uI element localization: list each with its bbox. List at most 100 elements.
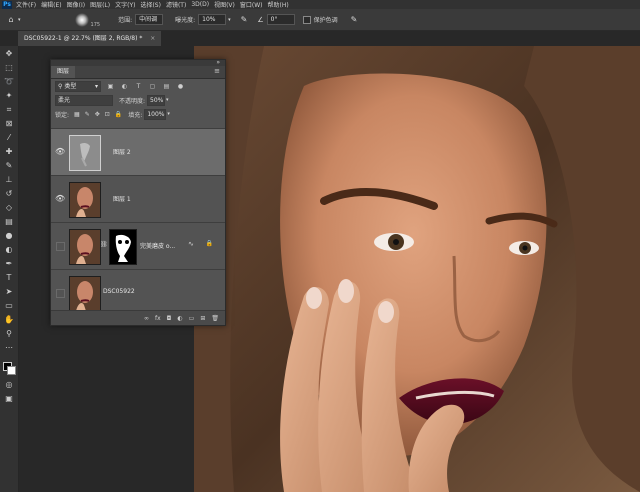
exposure-chevron-icon[interactable]: ▾ (228, 17, 231, 23)
exposure-field[interactable]: 10% (198, 14, 227, 25)
tab-layers[interactable]: 图层 (51, 66, 76, 78)
document-tab[interactable]: DSC05922-1 @ 22.7% (图层 2, RGB/8) * × (18, 31, 162, 46)
quick-mask-icon[interactable]: ◎ (4, 380, 14, 390)
dodge-tool-icon[interactable]: ⌂ (6, 15, 16, 25)
airbrush-icon[interactable]: ✎ (241, 15, 248, 24)
opacity-chevron-icon[interactable]: ▾ (166, 97, 169, 103)
layer-row-layer-2[interactable]: 👁 图层 2 (51, 128, 225, 175)
menu-select[interactable]: 选择(S) (140, 0, 161, 9)
pressure-size-icon[interactable]: ✎ (351, 15, 358, 24)
frame-tool-icon[interactable]: ⊠ (4, 119, 14, 129)
angle-field[interactable]: 0° (266, 14, 295, 25)
link-icon[interactable]: ∞ (144, 315, 149, 322)
dodge-tool-active-icon[interactable]: ◐ (4, 245, 14, 255)
layer-name[interactable]: 图层 2 (113, 147, 131, 156)
marquee-tool-icon[interactable]: ⬚ (4, 63, 14, 73)
menu-type[interactable]: 文字(Y) (115, 0, 135, 9)
range-select[interactable]: 中间调 (135, 14, 164, 25)
layer-row-background[interactable]: DSC05922 (51, 269, 225, 316)
protect-tones-label: 保护色调 (313, 17, 338, 24)
menu-edit[interactable]: 编辑(E) (41, 0, 61, 9)
layer-name[interactable]: 完美磨皮 o... (140, 241, 175, 250)
layer-name[interactable]: 图层 1 (113, 194, 131, 203)
filter-toggle-icon[interactable]: ● (176, 83, 185, 90)
panel-menu-icon[interactable]: ≡ (214, 67, 220, 75)
layer-2-thumbnail-image (70, 136, 100, 170)
pixel-filter-icon[interactable]: ▣ (106, 83, 115, 90)
eye-visibility-icon[interactable]: 👁 (55, 147, 65, 156)
options-bar: ⌂ ▾ 175 范围: 中间调 曝光度: 10% ▾ ✎ ∠ 0° 保护色调 ✎ (0, 9, 640, 31)
hand-tool-icon[interactable]: ✋ (4, 315, 14, 325)
mask-icon[interactable]: ◘ (167, 315, 172, 322)
layer-mask-thumbnail[interactable] (109, 229, 137, 265)
opacity-label: 不透明度: (119, 97, 146, 105)
kind-filter-select[interactable]: ⚲ 类型 ▾ (55, 80, 101, 92)
healing-brush-icon[interactable]: ✚ (4, 147, 14, 157)
eraser-icon[interactable]: ◇ (4, 203, 14, 213)
eyedropper-icon[interactable]: ⁄ (4, 133, 14, 143)
opacity-field[interactable]: 50% (147, 94, 166, 106)
blend-mode-select[interactable]: 柔光 (55, 94, 113, 106)
menu-view[interactable]: 视图(V) (214, 0, 235, 9)
crop-tool-icon[interactable]: ⌗ (4, 105, 14, 115)
brush-tool-icon[interactable]: ✎ (4, 161, 14, 171)
tool-preset-chevron-icon[interactable]: ▾ (18, 17, 21, 23)
group-icon[interactable]: ▭ (189, 315, 195, 322)
document-canvas[interactable] (194, 46, 640, 492)
lock-image-icon[interactable]: ✎ (85, 111, 90, 118)
lasso-tool-icon[interactable]: ➰ (4, 77, 14, 87)
smart-filter-icon[interactable]: ∿ (188, 240, 194, 248)
smart-object-filter-icon[interactable]: ▤ (162, 83, 171, 90)
menu-3d[interactable]: 3D(D) (191, 1, 209, 8)
photoshop-logo: Ps (2, 0, 12, 9)
fill-field[interactable]: 100% (144, 108, 167, 120)
eye-visibility-icon[interactable]: 👁 (55, 194, 65, 203)
range-label: 范围: (118, 17, 133, 24)
lock-position-icon[interactable]: ✥ (95, 111, 100, 118)
menu-filter[interactable]: 滤镜(T) (166, 0, 186, 9)
screen-mode-icon[interactable]: ▣ (4, 394, 14, 404)
shape-tool-icon[interactable]: ▭ (4, 301, 14, 311)
brush-preview-icon[interactable] (74, 12, 89, 27)
menu-bar: Ps 文件(F) 编辑(E) 图像(I) 图层(L) 文字(Y) 选择(S) 滤… (0, 0, 640, 9)
lock-artboard-icon[interactable]: ⊡ (105, 111, 110, 118)
protect-tones-checkbox[interactable] (302, 15, 311, 24)
chevron-down-icon: ▾ (94, 82, 98, 90)
history-brush-icon[interactable]: ↺ (4, 189, 14, 199)
clone-stamp-icon[interactable]: ⊥ (4, 175, 14, 185)
adjustment-icon[interactable]: ◐ (177, 315, 182, 322)
magic-wand-icon[interactable]: ✦ (4, 91, 14, 101)
fill-chevron-icon[interactable]: ▾ (167, 111, 170, 117)
pen-tool-icon[interactable]: ✒ (4, 259, 14, 269)
shape-filter-icon[interactable]: ▢ (148, 83, 157, 90)
menu-file[interactable]: 文件(F) (16, 0, 36, 9)
trash-icon[interactable]: 🗑 (211, 315, 219, 322)
move-tool-icon[interactable]: ✥ (4, 49, 14, 59)
lock-transparency-icon[interactable]: ▦ (74, 111, 80, 118)
menu-help[interactable]: 帮助(H) (268, 0, 289, 9)
blur-tool-icon[interactable]: ● (4, 231, 14, 241)
new-layer-icon[interactable]: ⊞ (200, 315, 205, 322)
type-filter-icon[interactable]: T (134, 83, 143, 90)
layer-row-layer-1[interactable]: 👁 图层 1 (51, 175, 225, 222)
menu-layer[interactable]: 图层(L) (90, 0, 110, 9)
collapse-panel-icon[interactable]: » (216, 59, 220, 66)
more-tools-icon[interactable]: ⋯ (4, 343, 14, 353)
layer-name[interactable]: DSC05922 (103, 288, 135, 295)
visibility-toggle-off[interactable] (56, 242, 65, 251)
visibility-toggle-off[interactable] (56, 289, 65, 298)
lock-all-icon[interactable]: 🔒 (115, 111, 122, 118)
close-tab-icon[interactable]: × (150, 35, 155, 42)
layer-thumbnail (69, 276, 101, 312)
menu-image[interactable]: 图像(I) (67, 0, 85, 9)
menu-window[interactable]: 窗口(W) (240, 0, 263, 9)
zoom-tool-icon[interactable]: ⚲ (4, 329, 14, 339)
fx-icon[interactable]: fx (155, 315, 161, 322)
adjustment-filter-icon[interactable]: ◐ (120, 83, 129, 90)
link-chain-icon[interactable]: ⛓ (100, 241, 108, 248)
background-color-swatch[interactable] (7, 366, 16, 375)
layer-row-skin-retouch[interactable]: ⛓ 完美磨皮 o... ∿ 🔒 (51, 222, 225, 269)
gradient-tool-icon[interactable]: ▤ (4, 217, 14, 227)
path-selection-icon[interactable]: ➤ (4, 287, 14, 297)
type-tool-icon[interactable]: T (4, 273, 14, 283)
